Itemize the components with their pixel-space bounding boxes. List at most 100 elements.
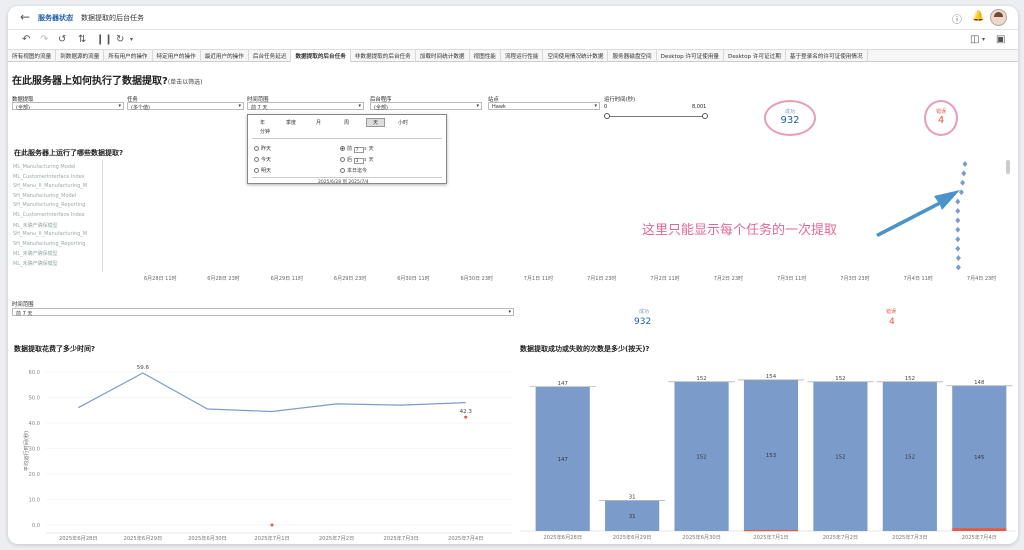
tab-5[interactable]: 后台任务延迟	[249, 50, 292, 62]
tab-3[interactable]: 特定用户的操作	[153, 50, 201, 62]
fullscreen-icon[interactable]: ▣	[996, 34, 1005, 45]
unit-minute[interactable]: 分钟	[260, 128, 270, 135]
radio-yesterday[interactable]: 昨天	[254, 145, 271, 152]
y-tick-label: 20.0	[28, 472, 40, 478]
tab-15[interactable]: 基于登录名的许可证使用情况	[786, 50, 868, 62]
revert-icon[interactable]: ↺	[58, 34, 66, 45]
present-dropdown-icon[interactable]: ▾	[982, 36, 985, 43]
timeline-row-label[interactable]: ML_未确产确保模型	[13, 222, 58, 229]
tab-12[interactable]: 服务器磁盘空间	[608, 50, 657, 62]
timeline-scrollbar[interactable]	[1006, 160, 1010, 174]
help-icon[interactable]: ⓘ	[952, 11, 962, 26]
unit-5[interactable]: 小时	[398, 119, 408, 126]
y-tick-label: 30.0	[28, 447, 40, 453]
timeline-point[interactable]	[955, 255, 961, 261]
timeline-row-label[interactable]: SH_Manu_II_Manufacturing_M	[13, 231, 87, 237]
chevron-down-icon: ▾	[358, 103, 361, 109]
timeline-xtick: 7月2日 23时	[713, 276, 744, 282]
tab-14[interactable]: Desktop 许可证过期	[724, 50, 786, 62]
backend-filter-select[interactable]: (全部) ▾	[370, 102, 482, 111]
timeline-row-label[interactable]: SH_Manufacturing_Reporting	[13, 202, 85, 208]
previous-n-input[interactable]: 7	[353, 147, 364, 153]
tab-0[interactable]: 所有视图的流量	[8, 50, 57, 62]
runtime-slider-max-handle[interactable]	[702, 113, 708, 119]
timeline-row-label[interactable]: ML_未确产确保模型	[13, 250, 58, 257]
timeline-row-label[interactable]: ML_Manufacturing Model	[13, 164, 75, 170]
error-kpi-oval[interactable]: 错误 4	[924, 100, 958, 136]
timeline-xtick: 7月1日 23时	[587, 276, 617, 282]
total-label: 147	[558, 381, 568, 387]
unit-4[interactable]: 天	[366, 118, 386, 127]
page-title-text: 在此服务器上如何执行了数据提取?	[12, 76, 168, 87]
timeline-row-label[interactable]: SH_Manu_II_Manufacturing_M	[13, 183, 87, 189]
radio-today[interactable]: 今天	[254, 156, 271, 163]
tab-11[interactable]: 空间使用情况统计数据	[543, 50, 609, 62]
bar-error[interactable]	[952, 528, 1007, 531]
bar-value-label: 147	[558, 457, 568, 463]
tab-8[interactable]: 加载时间统计数据	[416, 50, 470, 62]
refresh-dropdown-icon[interactable]: ▾	[130, 36, 133, 43]
tab-13[interactable]: Desktop 许可证使用量	[657, 50, 725, 62]
error-point[interactable]	[270, 523, 274, 527]
unit-1[interactable]: 季度	[286, 119, 296, 126]
avatar[interactable]	[990, 9, 1007, 26]
timeline-point[interactable]	[962, 161, 968, 167]
error-point[interactable]	[464, 415, 468, 419]
timeline-row-label[interactable]: ML_未确产确保模型	[13, 260, 58, 267]
timeline-row-label[interactable]: ML_CustomerInterface Index	[13, 174, 85, 180]
timeline-point[interactable]	[961, 170, 967, 177]
tab-7[interactable]: 非数据提取的后台任务	[351, 50, 416, 62]
total-label: 148	[974, 380, 985, 386]
data-label: 59.6	[137, 365, 150, 371]
bell-icon[interactable]: 🔔	[972, 11, 984, 22]
bar-error[interactable]	[743, 530, 799, 532]
bar-chart[interactable]: 147 147 2025年6月28日 31 31 2025年6月29日 152 152 2025…	[516, 356, 1016, 544]
runtime-slider-min-handle[interactable]	[604, 113, 610, 119]
x-tick-label: 2025年7月3日	[892, 533, 927, 541]
present-icon[interactable]: ◫	[970, 34, 979, 45]
extract-filter-select[interactable]: (全部) ▾	[12, 102, 124, 111]
radio-to-date[interactable]: 本日迄今	[340, 167, 367, 174]
radio-previous[interactable]: 前 7 ⇕ 天	[340, 145, 374, 153]
tab-1[interactable]: 到数据源的流量	[56, 50, 105, 62]
back-arrow-icon[interactable]: ←	[20, 10, 30, 24]
undo-icon[interactable]: ↶	[22, 34, 30, 45]
unit-3[interactable]: 周	[344, 119, 349, 126]
stepper-icon[interactable]: ⇕	[364, 146, 367, 151]
timeline-row-label[interactable]: SH_Manufacturing_Model	[13, 193, 76, 199]
timeline-xtick: 7月3日 11时	[777, 276, 807, 282]
refresh-icon[interactable]: ↻	[116, 34, 124, 45]
radio-tomorrow[interactable]: 明天	[254, 167, 271, 174]
pause-refresh-icon[interactable]: ⇅	[78, 34, 86, 45]
time-filter-select[interactable]: 前 7 天 ▾	[247, 102, 364, 111]
task-filter-select[interactable]: (多个值) ▾	[127, 102, 244, 111]
breadcrumb-root[interactable]: 服务器状态	[38, 13, 73, 23]
redo-icon[interactable]: ↷	[40, 34, 48, 45]
success-kpi-oval[interactable]: 成功 932	[764, 100, 816, 136]
tab-6[interactable]: 数据提取的后台任务	[291, 50, 351, 62]
previous-unit: 天	[368, 146, 374, 152]
pause-icon[interactable]: ❙❙	[96, 34, 113, 45]
tab-10[interactable]: 流程运行性能	[501, 50, 544, 62]
series-line[interactable]	[78, 372, 466, 413]
next-n-input[interactable]: 3	[353, 158, 364, 164]
runtime-slider-track[interactable]	[606, 116, 706, 117]
timeline-row-label[interactable]: SH_Manufacturing_Reporting	[13, 241, 85, 247]
timeline-point[interactable]	[955, 245, 961, 252]
x-tick-label: 2025年6月29日	[124, 534, 163, 542]
error-kpi2-value[interactable]: 4	[889, 317, 895, 327]
success-kpi2-value[interactable]: 932	[634, 317, 651, 327]
stepper-icon[interactable]: ⇕	[364, 157, 367, 162]
unit-2[interactable]: 月	[316, 119, 321, 126]
time-filter2-select[interactable]: 前 7 天 ▾	[12, 308, 514, 317]
tab-9[interactable]: 视图性能	[470, 50, 501, 62]
unit-0[interactable]: 年	[260, 119, 265, 126]
tab-4[interactable]: 最近用户的操作	[201, 50, 249, 62]
radio-next[interactable]: 后 3 ⇕ 天	[340, 156, 374, 164]
line-chart[interactable]: 0.0 10.0 20.0 30.0 40.0 50.0 60.0 平均运行时间(秒) 2025…	[8, 356, 514, 544]
timeline-row-label[interactable]: ML_CustomerInterface Index	[13, 212, 85, 218]
site-filter-select[interactable]: Hawk ▾	[488, 102, 600, 110]
timeline-point[interactable]	[960, 179, 966, 186]
tab-2[interactable]: 所有用户的操作	[104, 50, 153, 62]
timeline-point[interactable]	[955, 264, 961, 271]
